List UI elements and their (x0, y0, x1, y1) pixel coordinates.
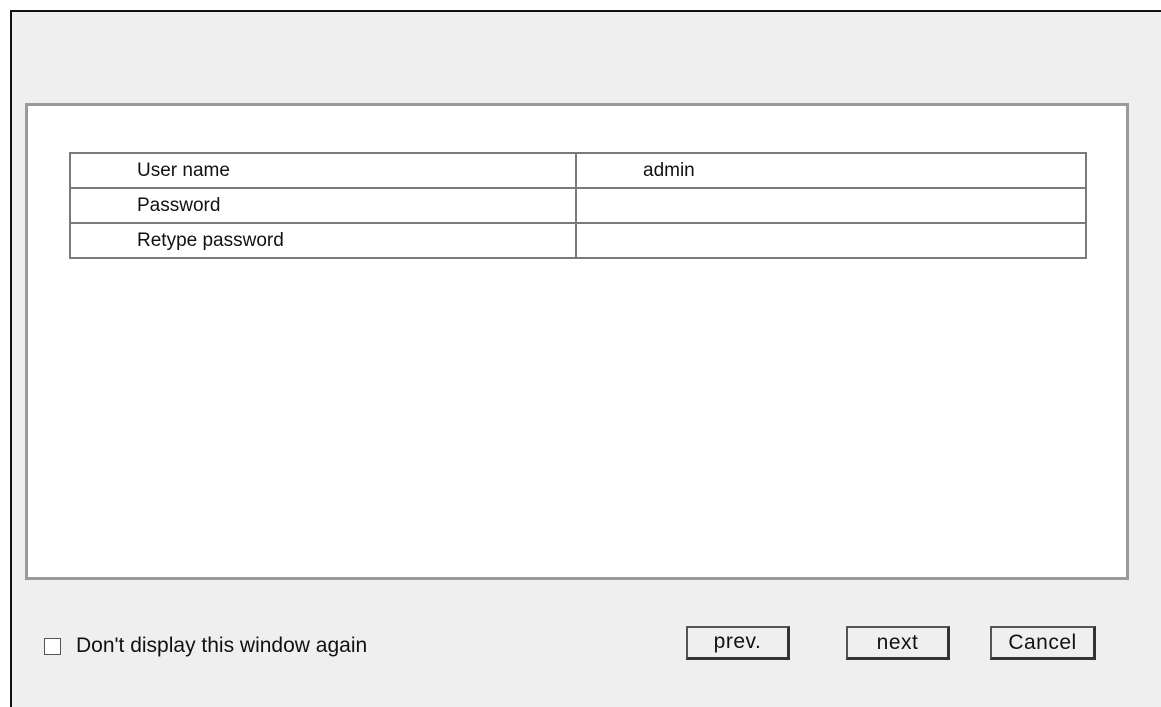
table-row: User name admin (69, 152, 1087, 189)
dont-display-again-checkbox[interactable] (44, 637, 61, 655)
user-name-field[interactable]: admin (575, 152, 1087, 189)
table-row: Password (69, 187, 1087, 224)
retype-password-field[interactable] (575, 222, 1087, 259)
user-name-label: User name (69, 152, 577, 189)
dont-display-again-option[interactable]: Don't display this window again (44, 634, 367, 658)
password-field[interactable] (575, 187, 1087, 224)
cancel-button[interactable]: Cancel (990, 626, 1096, 660)
retype-password-label: Retype password (69, 222, 577, 259)
user-credentials-table: User name admin Password Retype password (69, 152, 1087, 259)
wizard-content-panel: User name admin Password Retype password (25, 103, 1129, 580)
dont-display-again-label: Don't display this window again (76, 634, 368, 657)
prev-button[interactable]: prev. (686, 626, 790, 660)
password-label: Password (69, 187, 577, 224)
table-row: Retype password (69, 222, 1087, 259)
next-button[interactable]: next (846, 626, 950, 660)
